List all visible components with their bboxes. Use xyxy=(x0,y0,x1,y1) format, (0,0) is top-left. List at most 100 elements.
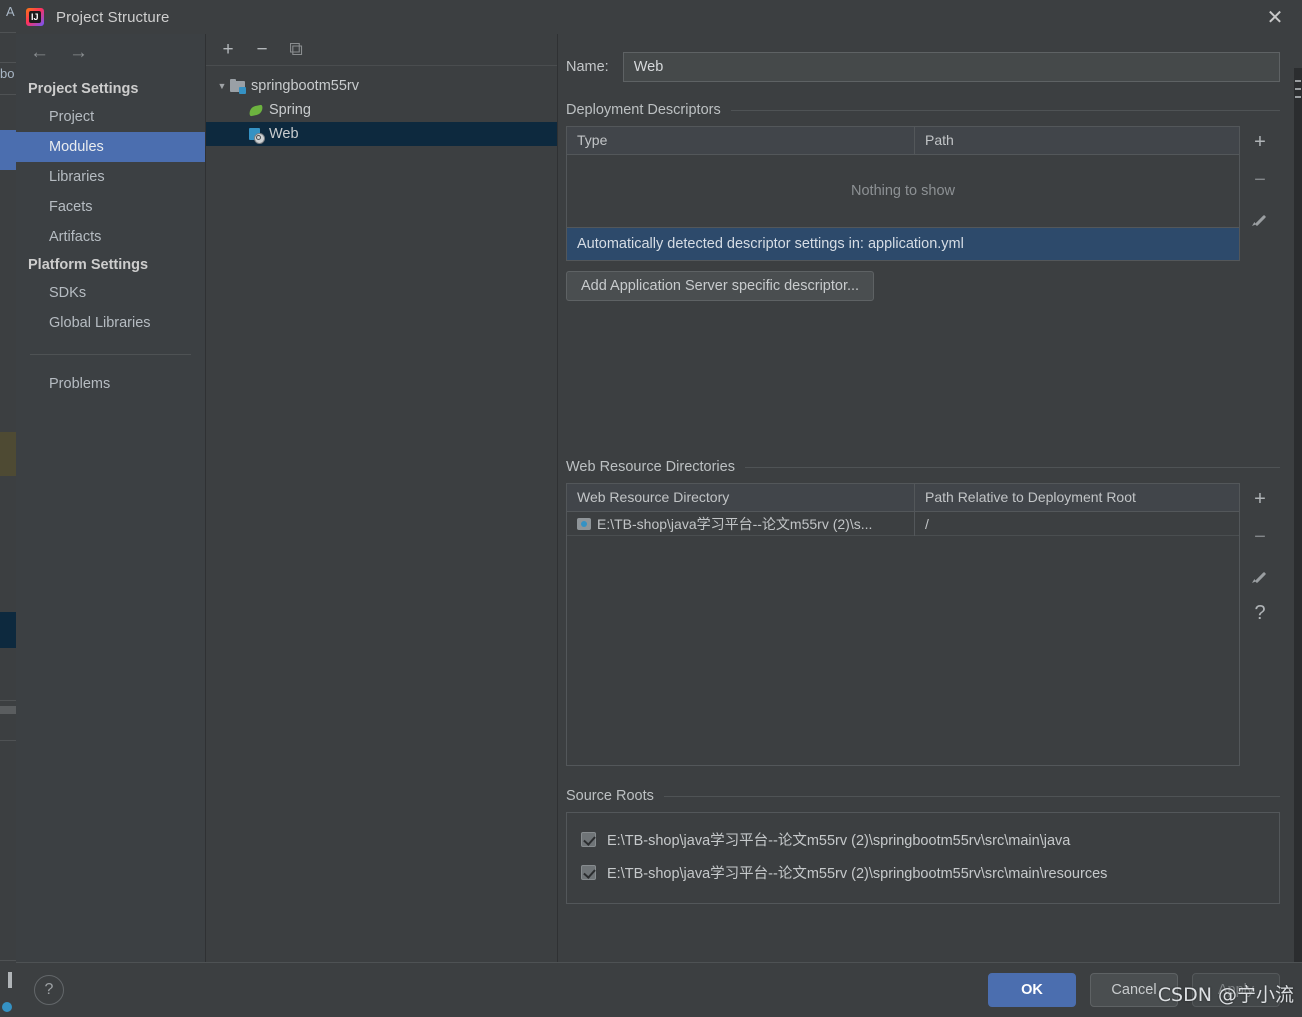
section-label: Deployment Descriptors xyxy=(566,102,721,118)
web-resource-directory-text: E:\TB-shop\java学习平台--论文m55rv (2)\s... xyxy=(597,515,873,532)
help-web-resource-icon[interactable]: ? xyxy=(1248,601,1272,625)
ok-button[interactable]: OK xyxy=(988,973,1076,1007)
name-row: Name: xyxy=(558,52,1302,82)
background-editor-line-a: A xyxy=(6,4,15,19)
tree-node-label: springbootm55rv xyxy=(251,78,359,94)
sidebar-item-artifacts[interactable]: Artifacts xyxy=(16,222,205,252)
sidebar-group-platform-settings: Platform Settings xyxy=(28,257,149,273)
background-scrollbar[interactable] xyxy=(0,706,16,714)
modules-tree: ▼ springbootm55rv Spring Web xyxy=(206,66,557,146)
settings-sidebar: ← → Project Settings Project Modules Lib… xyxy=(16,34,206,962)
sidebar-item-facets[interactable]: Facets xyxy=(16,192,205,222)
background-highlight-navy xyxy=(0,612,16,648)
add-web-resource-icon[interactable]: + xyxy=(1248,487,1272,511)
copy-icon[interactable]: ⧉ xyxy=(286,40,306,60)
background-highlight-blue xyxy=(0,130,16,170)
source-roots-list: E:\TB-shop\java学习平台--论文m55rv (2)\springb… xyxy=(566,812,1280,904)
web-resource-directories-toolbar: + − ? xyxy=(1240,483,1280,766)
section-divider xyxy=(730,109,1280,111)
column-header-path[interactable]: Path xyxy=(915,127,1239,154)
sidebar-item-problems[interactable]: Problems xyxy=(16,369,205,399)
intellij-idea-icon: IJ xyxy=(26,8,44,26)
background-editor: A bo xyxy=(0,0,16,1017)
sidebar-item-modules[interactable]: Modules xyxy=(16,132,205,162)
sidebar-group-project-settings: Project Settings xyxy=(28,81,139,97)
relative-path-cell: / xyxy=(925,515,929,532)
web-resource-directories-title: Web Resource Directories xyxy=(566,459,1280,475)
table-row[interactable]: E:\TB-shop\java学习平台--论文m55rv (2)\s... / xyxy=(567,511,1239,536)
name-label: Name: xyxy=(566,59,609,75)
sidebar-item-project[interactable]: Project xyxy=(16,102,205,132)
column-header-web-resource-directory[interactable]: Web Resource Directory xyxy=(567,484,915,511)
sidebar-item-sdks[interactable]: SDKs xyxy=(16,278,205,308)
web-facet-icon xyxy=(248,126,265,144)
apply-button[interactable]: Apply xyxy=(1192,973,1280,1007)
source-root-checkbox[interactable] xyxy=(581,865,596,880)
background-highlight-olive xyxy=(0,432,16,476)
modules-tree-toolbar: + − ⧉ xyxy=(206,34,557,66)
table-header: Type Path xyxy=(567,127,1239,155)
tree-node-label: Web xyxy=(269,126,299,142)
remove-web-resource-icon[interactable]: − xyxy=(1248,525,1272,549)
deployment-descriptors-table: Type Path Nothing to show Automatically … xyxy=(566,126,1240,261)
module-icon xyxy=(230,78,246,94)
section-label: Web Resource Directories xyxy=(566,459,735,475)
minus-icon[interactable]: − xyxy=(252,40,272,60)
edit-descriptor-icon[interactable] xyxy=(1248,206,1272,230)
spring-leaf-icon xyxy=(248,102,264,118)
plus-icon[interactable]: + xyxy=(218,40,238,60)
table-header: Web Resource Directory Path Relative to … xyxy=(567,484,1239,512)
edit-web-resource-icon[interactable] xyxy=(1248,563,1272,587)
cancel-button[interactable]: Cancel xyxy=(1090,973,1178,1007)
add-application-server-descriptor-button[interactable]: Add Application Server specific descript… xyxy=(566,271,875,301)
source-root-item[interactable]: E:\TB-shop\java学习平台--论文m55rv (2)\springb… xyxy=(567,823,1279,856)
dialog-titlebar: IJ Project Structure ✕ xyxy=(16,0,1302,34)
web-resource-directory-cell: E:\TB-shop\java学习平台--论文m55rv (2)\s... xyxy=(567,511,915,536)
web-resource-directories-table: Web Resource Directory Path Relative to … xyxy=(566,483,1240,766)
table-empty-message: Nothing to show xyxy=(851,183,955,199)
sidebar-nav-arrows: ← → xyxy=(16,34,205,70)
auto-detected-descriptor-notice[interactable]: Automatically detected descriptor settin… xyxy=(567,227,1239,260)
deployment-descriptors-table-wrap: Type Path Nothing to show Automatically … xyxy=(566,126,1280,261)
remove-descriptor-icon[interactable]: − xyxy=(1248,168,1272,192)
dialog-body: ← → Project Settings Project Modules Lib… xyxy=(16,34,1302,962)
source-root-path: E:\TB-shop\java学习平台--论文m55rv (2)\springb… xyxy=(607,833,1071,849)
dialog-footer: ? OK Cancel Apply CSDN @宁小流 xyxy=(16,962,1302,1017)
name-input[interactable] xyxy=(622,52,1280,82)
arrow-right-icon[interactable]: → xyxy=(69,43,88,62)
sidebar-item-libraries[interactable]: Libraries xyxy=(16,162,205,192)
source-root-checkbox[interactable] xyxy=(581,832,596,847)
section-label: Source Roots xyxy=(566,788,654,804)
section-divider xyxy=(663,795,1280,797)
background-caret-mark xyxy=(8,972,12,988)
tree-node-springbootm55rv[interactable]: ▼ springbootm55rv xyxy=(206,74,557,98)
tree-node-spring[interactable]: Spring xyxy=(206,98,557,122)
add-descriptor-icon[interactable]: + xyxy=(1248,130,1272,154)
sidebar-item-global-libraries[interactable]: Global Libraries xyxy=(16,308,205,338)
deployment-descriptors-toolbar: + − xyxy=(1240,126,1280,261)
tree-node-web[interactable]: Web xyxy=(206,122,557,146)
close-icon[interactable]: ✕ xyxy=(1262,4,1288,30)
web-resource-dir-icon xyxy=(577,517,591,531)
web-resource-directories-table-wrap: Web Resource Directory Path Relative to … xyxy=(566,483,1280,766)
facet-details-panel: Name: Deployment Descriptors Type Path N… xyxy=(558,34,1302,962)
footer-buttons: OK Cancel Apply xyxy=(988,973,1280,1007)
section-divider xyxy=(744,466,1280,468)
modules-tree-pane: + − ⧉ ▼ springbootm55rv Spring Web xyxy=(206,34,558,962)
column-header-type[interactable]: Type xyxy=(567,127,915,154)
dialog-title: Project Structure xyxy=(56,8,170,26)
project-structure-dialog: IJ Project Structure ✕ ← → Project Setti… xyxy=(16,0,1302,1017)
background-editor-line-b: bo xyxy=(0,66,15,81)
source-root-item[interactable]: E:\TB-shop\java学习平台--论文m55rv (2)\springb… xyxy=(567,856,1279,889)
background-status-icon xyxy=(2,1002,12,1012)
sidebar-list: Project Settings Project Modules Librari… xyxy=(16,70,205,399)
sidebar-divider xyxy=(30,354,191,355)
deployment-descriptors-title: Deployment Descriptors xyxy=(566,102,1280,118)
arrow-left-icon[interactable]: ← xyxy=(30,43,49,62)
column-header-path-relative[interactable]: Path Relative to Deployment Root xyxy=(915,484,1239,511)
chevron-down-icon[interactable]: ▼ xyxy=(214,81,230,91)
source-root-path: E:\TB-shop\java学习平台--论文m55rv (2)\springb… xyxy=(607,866,1108,882)
help-icon[interactable]: ? xyxy=(34,975,64,1005)
tree-node-label: Spring xyxy=(269,102,311,118)
clipped-right-panel xyxy=(1294,68,1302,962)
